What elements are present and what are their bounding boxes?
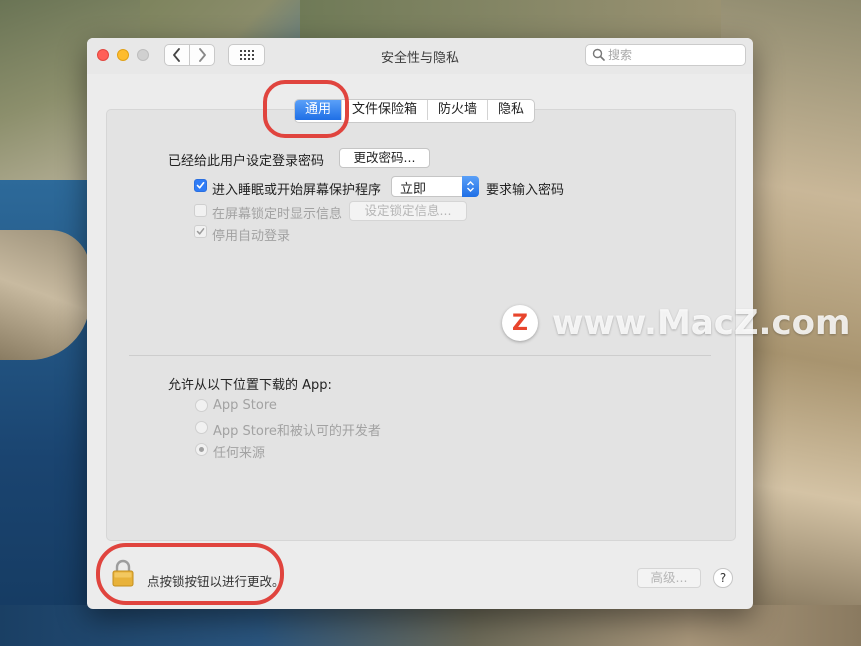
search-icon (592, 48, 605, 61)
watermark-text: www.MacZ.com (552, 303, 851, 343)
advanced-button[interactable]: 高级... (637, 568, 701, 588)
radio-anywhere[interactable] (195, 443, 208, 456)
watermark-logo-letter: Z (512, 310, 528, 336)
password-set-label: 已经给此用户设定登录密码 (168, 154, 325, 169)
select-arrow-icon (462, 176, 479, 197)
search-input[interactable] (608, 47, 738, 63)
set-lock-message-button[interactable]: 设定锁定信息... (349, 201, 467, 221)
select-value: 立即 (400, 182, 427, 197)
tab-firewall[interactable]: 防火墙 (428, 100, 489, 120)
checkmark-icon (196, 182, 205, 189)
tab-filevault[interactable]: 文件保险箱 (342, 100, 429, 120)
radio-selected-dot (199, 447, 204, 452)
checkmark-icon (196, 228, 205, 235)
radio-app-store-label: App Store (213, 398, 277, 413)
require-password-delay-select[interactable]: 立即 (391, 176, 479, 197)
lock-hint-text: 点按锁按钮以进行更改。 (147, 574, 285, 589)
watermark-logo: Z (502, 305, 538, 341)
titlebar: 安全性与隐私 (87, 38, 753, 74)
tab-bar: 通用 文件保险箱 防火墙 隐私 (294, 99, 536, 123)
help-button[interactable]: ? (713, 568, 733, 588)
radio-anywhere-label: 任何来源 (213, 446, 266, 461)
show-message-checkbox[interactable] (194, 204, 207, 217)
disable-auto-login-checkbox[interactable] (194, 225, 207, 238)
search-field[interactable] (585, 44, 746, 66)
lock-icon[interactable] (112, 559, 134, 587)
change-password-button[interactable]: 更改密码... (339, 148, 430, 168)
radio-identified-developers[interactable] (195, 421, 208, 434)
tab-privacy[interactable]: 隐私 (488, 100, 534, 120)
desktop-wallpaper (0, 605, 861, 646)
divider (129, 355, 711, 356)
downloads-heading: 允许从以下位置下载的 App: (168, 378, 332, 393)
show-message-label: 在屏幕锁定时显示信息 (212, 207, 343, 222)
watermark: Z www.MacZ.com (502, 303, 850, 343)
require-password-suffix: 要求输入密码 (486, 183, 565, 198)
require-password-checkbox[interactable] (194, 179, 207, 192)
require-password-label: 进入睡眠或开始屏幕保护程序 (212, 183, 382, 198)
radio-identified-developers-label: App Store和被认可的开发者 (213, 424, 381, 439)
tab-general[interactable]: 通用 (295, 100, 343, 120)
radio-app-store[interactable] (195, 399, 208, 412)
disable-auto-login-label: 停用自动登录 (212, 229, 291, 244)
